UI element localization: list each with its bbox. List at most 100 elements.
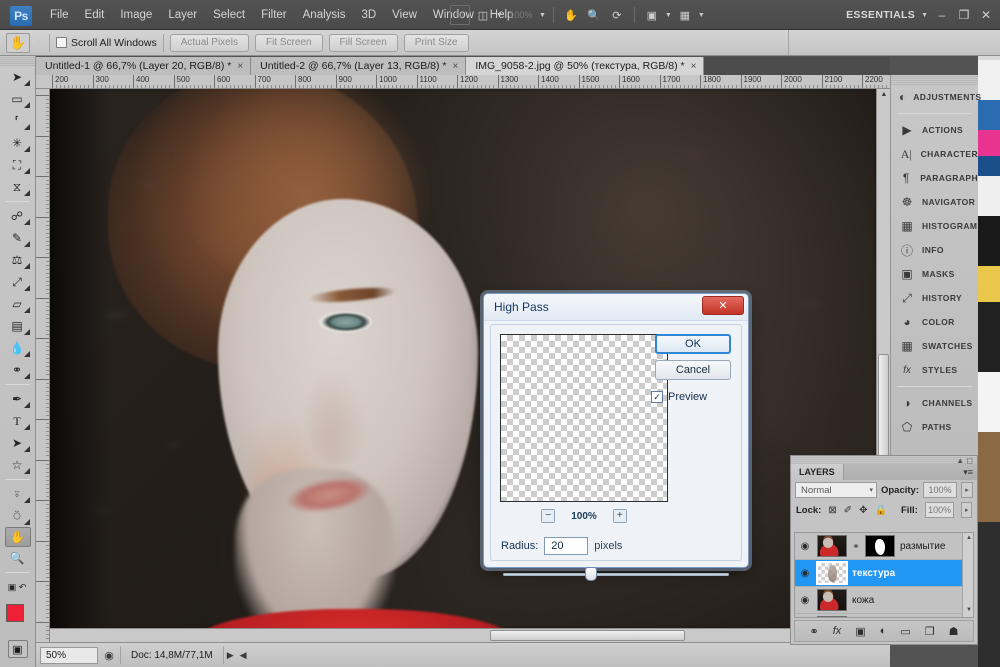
radius-slider-thumb[interactable] — [585, 567, 597, 581]
toolbox-grip[interactable] — [0, 56, 35, 66]
path-selection-tool[interactable]: ➤ — [0, 432, 34, 454]
lock-transparent-pixels-icon[interactable]: ⊠ — [828, 505, 836, 516]
print-size-button[interactable]: Print Size — [404, 34, 469, 52]
dock-item-masks[interactable]: ▣ MASKS — [891, 262, 978, 286]
minimize-button[interactable]: – — [934, 8, 950, 22]
quick-mask-icon[interactable]: ▣ — [8, 640, 28, 658]
fill-value[interactable]: 100% — [925, 502, 955, 518]
hand-tool-icon[interactable]: ✋ — [561, 5, 581, 25]
preview-checkbox[interactable]: ✓ — [651, 391, 663, 403]
fill-spinner-icon[interactable]: ▸ — [961, 502, 972, 518]
bridge-icon[interactable]: Br — [450, 5, 470, 25]
screen-mode-caret-icon[interactable]: ▼ — [665, 12, 672, 19]
tool-preset-caret-icon[interactable]: ▼ — [36, 39, 43, 46]
view-extras-caret-icon[interactable]: ▼ — [496, 12, 503, 19]
filter-preview[interactable] — [500, 334, 668, 502]
shape-tool[interactable]: ☆ — [0, 454, 34, 476]
close-tab-icon[interactable]: × — [691, 61, 697, 72]
layer-row-tekstura[interactable]: ◉ текстура — [795, 560, 973, 587]
dock-item-styles[interactable]: fx STYLES — [891, 358, 978, 382]
menu-item-file[interactable]: File — [42, 5, 77, 25]
brush-tool[interactable]: ✎ — [0, 227, 34, 249]
zoom-level-field[interactable]: 50% — [40, 647, 98, 664]
menu-item-layer[interactable]: Layer — [160, 5, 205, 25]
eraser-tool[interactable]: ▱ — [0, 293, 34, 315]
arrange-caret-icon[interactable]: ▼ — [698, 12, 705, 19]
dodge-tool[interactable]: ⚭ — [0, 359, 34, 381]
zoom-out-button[interactable]: − — [541, 509, 555, 523]
hand-tool[interactable]: ✋ — [5, 527, 31, 547]
3d-rotate-tool[interactable]: ⍤ — [0, 483, 34, 505]
new-group-button[interactable]: ▭ — [900, 625, 910, 638]
layer-style-button[interactable]: fx — [833, 625, 842, 637]
layer-row-razmytie[interactable]: ◉ ⚭ размытие — [795, 533, 973, 560]
clone-stamp-tool[interactable]: ⚖ — [0, 249, 34, 271]
radius-slider-track[interactable] — [503, 573, 729, 576]
screen-mode-icon[interactable]: ▣ — [642, 5, 662, 25]
menu-item-image[interactable]: Image — [112, 5, 160, 25]
quick-selection-tool[interactable]: ✳ — [0, 132, 34, 154]
opacity-spinner-icon[interactable]: ▸ — [961, 482, 973, 498]
menu-item-view[interactable]: View — [384, 5, 425, 25]
workspace-label[interactable]: ESSENTIALS — [846, 9, 915, 21]
layer-thumbnail[interactable] — [817, 589, 847, 611]
marquee-tool[interactable]: ▭ — [0, 88, 34, 110]
document-tab-untitled-1[interactable]: Untitled-1 @ 66,7% (Layer 20, RGB/8) * × — [36, 57, 251, 75]
radius-input[interactable]: 20 — [544, 537, 588, 555]
status-menu-arrow-icon[interactable]: ▶ — [224, 650, 237, 661]
dock-item-channels[interactable]: ◑ CHANNELS — [891, 391, 978, 415]
layer-mask-link-icon[interactable]: ⚭ — [852, 541, 860, 552]
layer-visibility-icon[interactable]: ◉ — [798, 568, 812, 579]
layers-list[interactable]: ◉ ⚭ размытие ◉ текстура ◉ кожа ◉ дефекты — [794, 532, 974, 618]
tab-layers[interactable]: LAYERS — [791, 464, 844, 480]
dock-item-character[interactable]: A| CHARACTER — [891, 142, 978, 166]
3d-orbit-tool[interactable]: ⍥ — [0, 505, 34, 527]
history-brush-tool[interactable]: ⤢ — [0, 271, 34, 293]
new-layer-button[interactable]: ❐ — [925, 625, 935, 638]
default-colors-icon[interactable]: ▣ ↶ — [0, 576, 34, 598]
blend-mode-caret-icon[interactable]: ▾ — [869, 486, 873, 494]
dock-item-info[interactable]: ⓘ INFO — [891, 238, 978, 262]
dock-item-actions[interactable]: ▶ ACTIONS — [891, 118, 978, 142]
menu-item-edit[interactable]: Edit — [77, 5, 113, 25]
crop-tool[interactable]: ⛶ — [0, 154, 34, 176]
menu-item-3d[interactable]: 3D — [353, 5, 384, 25]
menu-item-analysis[interactable]: Analysis — [295, 5, 354, 25]
dock-item-swatches[interactable]: ▦ SWATCHES — [891, 334, 978, 358]
layer-name[interactable]: текстура — [852, 568, 895, 579]
status-preview-icon[interactable]: ◉ — [98, 649, 120, 662]
dock-item-histogram[interactable]: ▦ HISTOGRAM — [891, 214, 978, 238]
layer-name[interactable]: кожа — [852, 595, 874, 606]
layer-mask-thumbnail[interactable] — [865, 535, 895, 557]
pen-tool[interactable]: ✒ — [0, 388, 34, 410]
menu-item-filter[interactable]: Filter — [253, 5, 295, 25]
dialog-close-button[interactable]: ✕ — [702, 296, 744, 315]
lock-all-icon[interactable]: 🔒 — [875, 505, 887, 516]
blur-tool[interactable]: 💧 — [0, 337, 34, 359]
spot-healing-brush-tool[interactable]: ☍ — [0, 205, 34, 227]
scroll-all-windows-checkbox[interactable]: Scroll All Windows — [56, 37, 157, 49]
lasso-tool[interactable]: ⸢ — [0, 110, 34, 132]
view-extras-icon[interactable]: ◫ — [473, 5, 493, 25]
foreground-color-swatch[interactable] — [6, 604, 24, 622]
scroll-up-icon[interactable]: ▲ — [879, 90, 889, 100]
horizontal-scroll-thumb[interactable] — [490, 630, 685, 641]
blend-mode-select[interactable]: Normal ▾ — [795, 482, 877, 498]
layers-list-scrollbar[interactable]: ▲ ▼ — [962, 533, 973, 617]
radius-slider[interactable] — [503, 567, 729, 581]
lock-position-icon[interactable]: ✥ — [859, 505, 867, 516]
arrange-documents-icon[interactable]: ▦ — [675, 5, 695, 25]
lock-image-pixels-icon[interactable]: ✐ — [844, 505, 852, 516]
layers-panel-grip[interactable]: ▲ ◻ — [791, 456, 977, 464]
fit-screen-button[interactable]: Fit Screen — [255, 34, 323, 52]
document-tab-untitled-2[interactable]: Untitled-2 @ 66,7% (Layer 13, RGB/8) * × — [251, 57, 466, 75]
ok-button[interactable]: OK — [655, 334, 731, 354]
zoom-in-button[interactable]: + — [613, 509, 627, 523]
eyedropper-tool[interactable]: ⧖ — [0, 176, 34, 198]
scroll-all-windows-box[interactable] — [56, 37, 67, 48]
layer-thumbnail[interactable] — [817, 616, 847, 618]
zoom-tool[interactable]: 🔍 — [0, 547, 34, 569]
zoom-level-display[interactable]: 100% — [506, 5, 536, 25]
cancel-button[interactable]: Cancel — [655, 360, 731, 380]
horizontal-ruler[interactable]: 2003004005006007008009001000110012001300… — [36, 75, 890, 89]
